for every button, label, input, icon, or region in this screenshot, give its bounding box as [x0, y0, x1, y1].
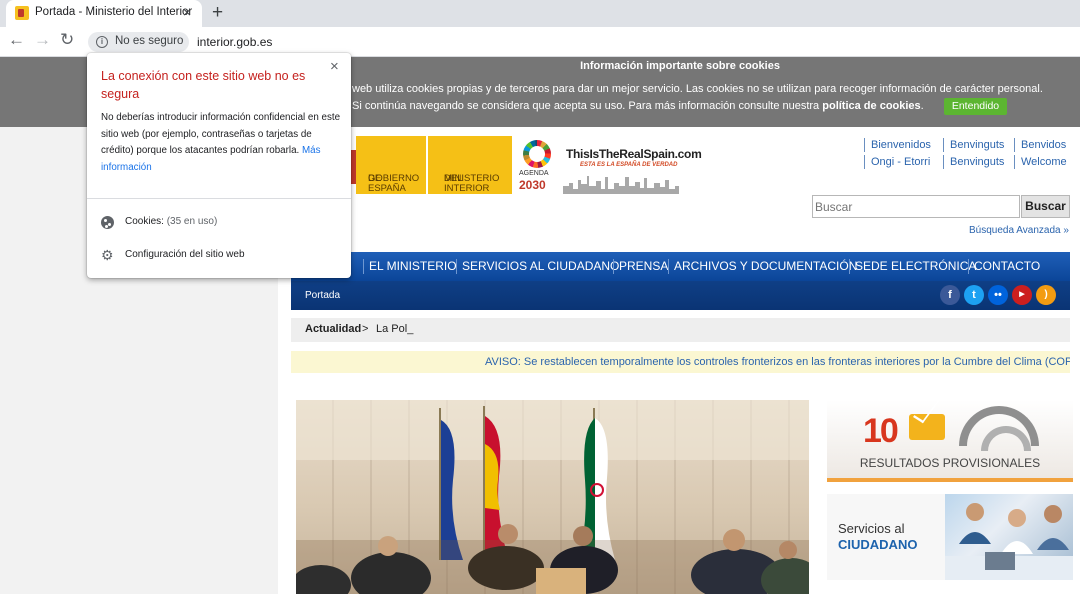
cookie-banner-period: .: [920, 100, 924, 112]
promo-stripe: [827, 478, 1073, 482]
sub-nav-bar: Portada f t •• ▶ ): [291, 281, 1070, 310]
notice-text[interactable]: AVISO: Se restablecen temporalmente los …: [485, 356, 1070, 368]
nav-divider: [456, 259, 457, 274]
reload-icon[interactable]: ↻: [60, 30, 74, 50]
twitter-icon[interactable]: t: [964, 285, 984, 305]
cookie-banner-text-2: Si continúa navegando se considera que a…: [352, 100, 924, 112]
language-selector: Bienvenidos Benvinguts Benvidos Ongi - E…: [864, 138, 1074, 174]
browser-tab[interactable]: Portada - Ministerio del Interior ×: [6, 0, 202, 27]
promo-services-photo: [945, 494, 1073, 580]
nav-servicios[interactable]: SERVICIOS AL CIUDADANO: [462, 259, 619, 273]
ministerio-line-2: DEL INTERIOR: [444, 173, 490, 194]
info-icon: i: [96, 36, 108, 48]
nav-divider: [668, 259, 669, 274]
security-warning-text: No deberías introducir información confi…: [101, 110, 341, 176]
sub-nav-label[interactable]: Portada: [305, 290, 340, 301]
tab-strip: Portada - Ministerio del Interior × +: [0, 0, 1080, 27]
nav-divider: [363, 259, 364, 274]
main-nav: IA EL MINISTERIO SERVICIOS AL CIUDADANO …: [291, 252, 1070, 281]
new-tab-button[interactable]: +: [212, 2, 223, 24]
promo-number: 10: [863, 412, 899, 450]
lang-euskara[interactable]: Ongi - Etorri: [864, 155, 930, 169]
nav-divider: [849, 259, 850, 274]
nav-el-ministerio[interactable]: EL MINISTERIO: [369, 259, 457, 273]
popup-divider: [87, 198, 351, 199]
nav-divider: [968, 259, 969, 274]
news-photo[interactable]: [296, 400, 809, 594]
favicon-icon: [15, 6, 29, 20]
nav-prensa[interactable]: PRENSA: [619, 259, 668, 273]
promo-services-line-2: CIUDADANO: [838, 537, 918, 552]
breadcrumb-section[interactable]: Actualidad: [305, 323, 361, 335]
nav-sede[interactable]: SEDE ELECTRÓNICA: [855, 259, 976, 273]
gobierno-logo[interactable]: GOBIERNO DE ESPAÑA: [356, 136, 426, 194]
cookie-banner-text-2-body: Si continúa navegando se considera que a…: [352, 100, 820, 112]
youtube-icon[interactable]: ▶: [1012, 285, 1032, 305]
security-warning-title: La conexión con este sitio web no es seg…: [101, 69, 306, 101]
facebook-icon[interactable]: f: [940, 285, 960, 305]
security-chip[interactable]: i No es seguro: [88, 32, 189, 52]
cookie-icon: [101, 216, 114, 229]
gauge-icon: [959, 406, 1039, 451]
ministerio-logo[interactable]: MINISTERIO DEL INTERIOR: [428, 136, 512, 194]
cookies-count: (35 en uso): [166, 216, 218, 227]
gobierno-line-2: DE ESPAÑA: [368, 173, 406, 194]
site-security-popup: La conexión con este sitio web no es seg…: [87, 53, 351, 278]
nav-archivos[interactable]: ARCHIVOS Y DOCUMENTACIÓN: [674, 259, 857, 273]
cookie-banner-text: web utiliza cookies propias y de tercero…: [352, 83, 1043, 95]
lang-english[interactable]: Welcome: [1014, 155, 1067, 169]
lang-catala[interactable]: Benvinguts: [943, 138, 1004, 152]
cookie-accept-button[interactable]: Entendido: [944, 98, 1007, 115]
promo-services-line-1: Servicios al: [838, 521, 905, 536]
skyline-icon: [563, 176, 679, 194]
nav-divider: [613, 259, 614, 274]
nav-contacto[interactable]: CONTACTO: [974, 259, 1040, 273]
cookie-policy-link[interactable]: política de cookies: [822, 100, 920, 112]
cookies-label: Cookies: [125, 216, 162, 227]
security-label: No es seguro: [115, 35, 184, 47]
gear-icon: ⚙: [101, 247, 114, 263]
url-text[interactable]: interior.gob.es: [197, 35, 272, 49]
close-tab-icon[interactable]: ×: [183, 4, 191, 20]
promo-results-label: RESULTADOS PROVISIONALES: [859, 456, 1041, 470]
office-people-illustration: [945, 503, 1073, 580]
news-photo-illustration: [296, 400, 809, 594]
forward-icon[interactable]: →: [34, 30, 51, 50]
lang-valencia[interactable]: Benvinguts: [943, 155, 1004, 169]
breadcrumb-current: La Pol_: [376, 323, 414, 335]
advanced-search-link[interactable]: Búsqueda Avanzada »: [969, 225, 1069, 236]
flickr-icon[interactable]: ••: [988, 285, 1008, 305]
search-input[interactable]: [812, 195, 1020, 218]
agenda-2030-icon[interactable]: [523, 140, 551, 168]
agenda-year: 2030: [519, 178, 546, 192]
real-spain-logo-title[interactable]: ThisIsTheRealSpain.com: [566, 147, 702, 161]
lang-galego[interactable]: Benvidos: [1014, 138, 1066, 152]
rss-icon[interactable]: ): [1036, 285, 1056, 305]
back-icon[interactable]: ←: [8, 30, 25, 50]
address-bar[interactable]: i No es seguro interior.gob.es: [86, 30, 1080, 54]
lang-castellano[interactable]: Bienvenidos: [864, 138, 931, 152]
site-settings-row[interactable]: Configuración del sitio web: [125, 249, 245, 260]
breadcrumb: Actualidad > La Pol_: [291, 318, 1070, 342]
close-icon[interactable]: ×: [330, 58, 339, 75]
search-button[interactable]: Buscar: [1021, 195, 1070, 218]
election-results-banner[interactable]: 10 RESULTADOS PROVISIONALES: [827, 400, 1073, 482]
real-spain-logo-subtitle: ESTA ES LA ESPAÑA DE VERDAD: [580, 162, 678, 168]
citizen-services-banner[interactable]: Servicios al CIUDADANO: [827, 494, 1073, 580]
envelope-icon: [909, 414, 945, 440]
breadcrumb-separator: >: [362, 323, 369, 335]
cookies-row[interactable]: Cookies: (35 en uso): [125, 216, 217, 227]
agenda-label: AGENDA: [519, 170, 549, 177]
tab-title: Portada - Ministerio del Interior: [35, 6, 193, 18]
notice-bar: AVISO: Se restablecen temporalmente los …: [291, 351, 1070, 373]
